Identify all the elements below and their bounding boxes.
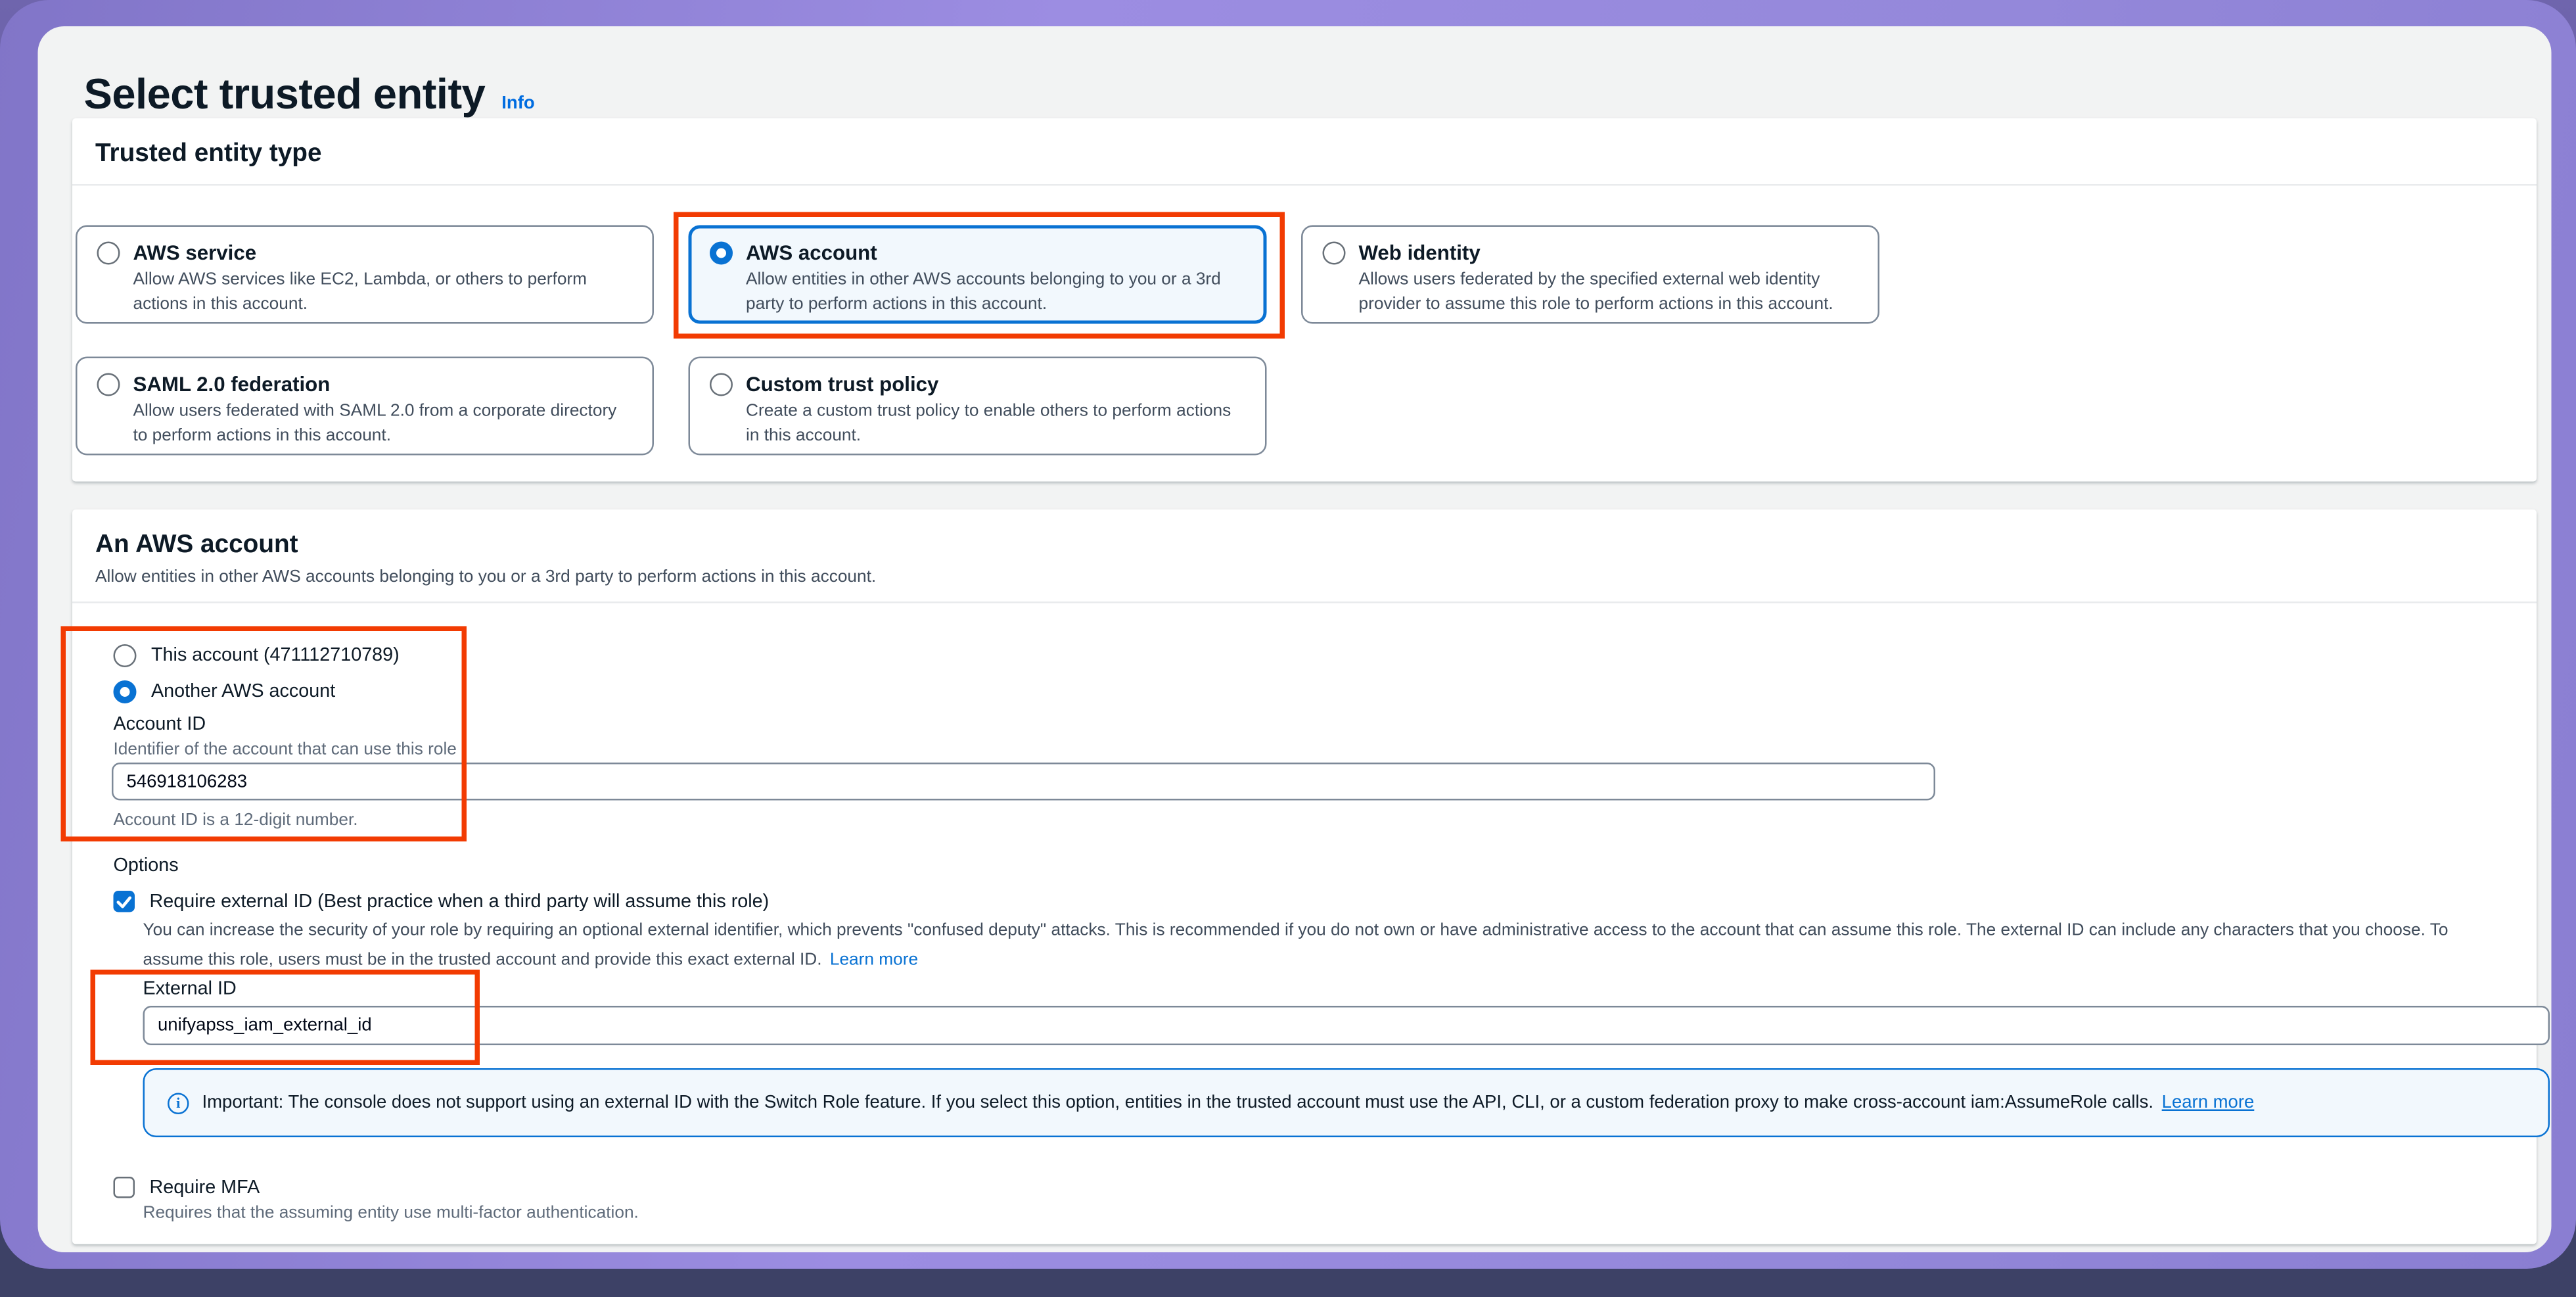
tile-title: Custom trust policy [746, 373, 938, 396]
require-external-id-option[interactable]: Require external ID (Best practice when … [114, 891, 770, 912]
tile-description: Allow users federated with SAML 2.0 from… [133, 400, 633, 448]
tile-description: Allow entities in other AWS accounts bel… [746, 268, 1245, 316]
external-id-alert: i Important: The console does not suppor… [143, 1068, 2550, 1137]
panel-header: An AWS account Allow entities in other A… [72, 509, 2537, 603]
alert-text: Important: The console does not support … [202, 1093, 2255, 1113]
radio-custom-trust-policy[interactable] [710, 373, 733, 396]
alert-learn-more-link[interactable]: Learn more [2162, 1093, 2255, 1113]
check-icon [117, 895, 132, 908]
external-id-input[interactable] [143, 1006, 2550, 1045]
account-id-description: Identifier of the account that can use t… [114, 740, 457, 759]
info-icon: i [168, 1092, 189, 1114]
require-mfa-option[interactable]: Require MFA [114, 1177, 260, 1198]
page-title: Select trusted entity [84, 69, 486, 120]
account-id-label: Account ID [114, 715, 206, 735]
require-external-id-description: You can increase the security of your ro… [143, 916, 2512, 976]
checkbox-require-external-id[interactable] [114, 891, 135, 912]
account-id-helper: Account ID is a 12-digit number. [114, 811, 358, 830]
radio-this-account[interactable] [114, 644, 137, 667]
this-account-option[interactable]: This account (471112710789) [114, 644, 400, 667]
panel-header: Trusted entity type [72, 118, 2537, 186]
tile-aws-service[interactable]: AWS service Allow AWS services like EC2,… [76, 225, 654, 324]
tile-title: AWS service [133, 242, 257, 265]
info-link[interactable]: Info [501, 94, 534, 114]
trusted-entity-type-heading: Trusted entity type [95, 140, 2510, 170]
options-heading: Options [114, 857, 179, 876]
tile-saml-federation[interactable]: SAML 2.0 federation Allow users federate… [76, 357, 654, 456]
tile-web-identity[interactable]: Web identity Allows users federated by t… [1301, 225, 1879, 324]
tile-title: Web identity [1359, 242, 1481, 265]
tile-title: AWS account [746, 242, 877, 265]
tile-description: Create a custom trust policy to enable o… [746, 400, 1245, 448]
require-external-id-label: Require external ID (Best practice when … [150, 891, 770, 911]
account-id-input[interactable] [112, 763, 1935, 801]
require-mfa-label: Require MFA [150, 1177, 260, 1197]
page-header: Select trusted entity Info [84, 69, 535, 120]
aws-account-subtitle: Allow entities in other AWS accounts bel… [95, 567, 2510, 587]
tile-custom-trust-policy[interactable]: Custom trust policy Create a custom trus… [689, 357, 1267, 456]
radio-web-identity[interactable] [1323, 242, 1346, 265]
radio-saml-federation[interactable] [97, 373, 120, 396]
tile-aws-account[interactable]: AWS account Allow entities in other AWS … [689, 225, 1267, 324]
page-card: Select trusted entity Info Trusted entit… [38, 26, 2552, 1252]
external-id-learn-more-link[interactable]: Learn more [830, 951, 918, 970]
trusted-entity-type-panel: Trusted entity type AWS service Allow AW… [72, 118, 2537, 482]
checkbox-require-mfa[interactable] [114, 1177, 135, 1198]
radio-aws-service[interactable] [97, 242, 120, 265]
external-id-label: External ID [143, 979, 237, 999]
tile-description: Allow AWS services like EC2, Lambda, or … [133, 268, 633, 316]
tile-title: SAML 2.0 federation [133, 373, 331, 396]
tile-description: Allows users federated by the specified … [1359, 268, 1858, 316]
another-account-option[interactable]: Another AWS account [114, 680, 336, 703]
radio-aws-account[interactable] [710, 242, 733, 265]
trusted-entity-tiles: AWS service Allow AWS services like EC2,… [76, 225, 1879, 456]
screenshot-stage: Select trusted entity Info Trusted entit… [0, 0, 2576, 1297]
another-account-label: Another AWS account [151, 682, 335, 702]
aws-account-heading: An AWS account [95, 531, 2510, 561]
this-account-label: This account (471112710789) [151, 646, 400, 666]
radio-another-account[interactable] [114, 680, 137, 703]
require-mfa-description: Requires that the assuming entity use mu… [143, 1203, 639, 1223]
